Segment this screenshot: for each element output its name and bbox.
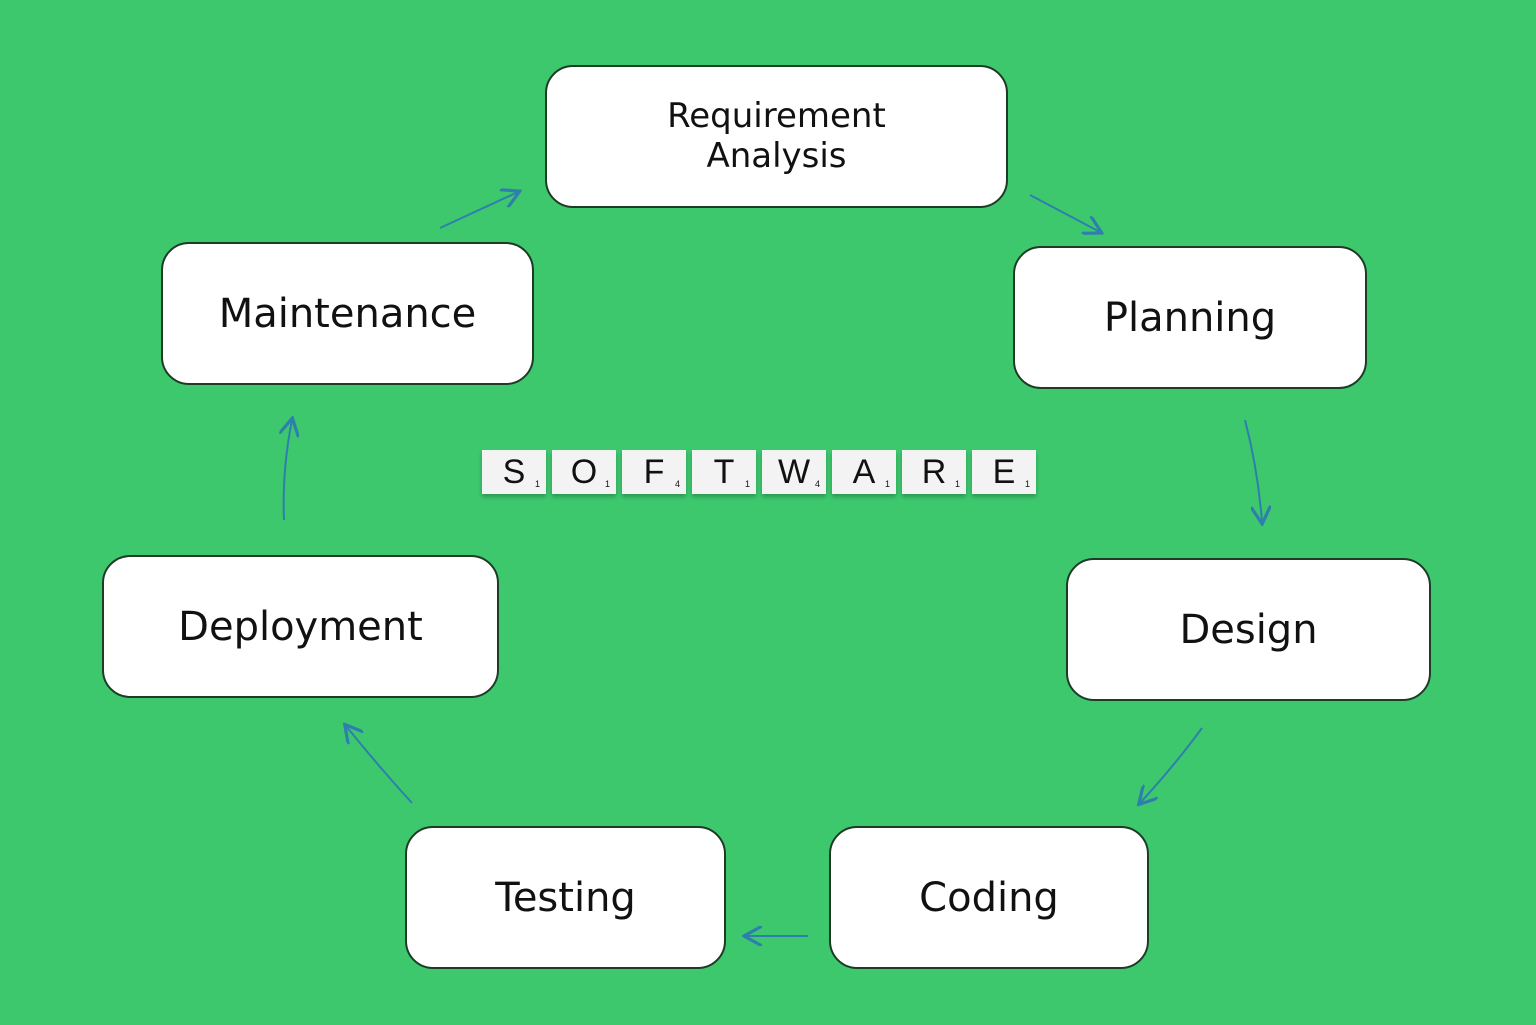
letter-tile: W4 <box>762 450 826 494</box>
arrow-maintenance-to-requirement <box>439 192 518 229</box>
arrow-requirement-to-planning <box>1029 194 1100 232</box>
letter-tile: R1 <box>902 450 966 494</box>
software-letter-tiles: S1 O1 F4 T1 W4 A1 R1 E1 <box>482 450 1036 494</box>
letter-tile: E1 <box>972 450 1036 494</box>
node-maintenance: Maintenance <box>161 242 534 385</box>
letter-tile: S1 <box>482 450 546 494</box>
letter-tile: T1 <box>692 450 756 494</box>
arrow-planning-to-design <box>1244 419 1262 522</box>
node-deployment: Deployment <box>102 555 499 698</box>
node-coding: Coding <box>829 826 1149 969</box>
arrow-deployment-to-maintenance <box>284 420 292 521</box>
letter-tile: O1 <box>552 450 616 494</box>
node-testing: Testing <box>405 826 726 969</box>
arrow-testing-to-deployment <box>346 726 413 804</box>
node-design: Design <box>1066 558 1431 701</box>
letter-tile: F4 <box>622 450 686 494</box>
letter-tile: A1 <box>832 450 896 494</box>
node-requirement-analysis: Requirement Analysis <box>545 65 1008 208</box>
arrow-design-to-coding <box>1140 727 1203 803</box>
node-planning: Planning <box>1013 246 1367 389</box>
